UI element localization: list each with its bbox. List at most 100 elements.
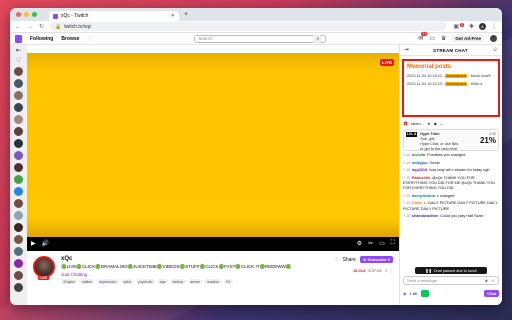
nav-browse[interactable]: Browse [61,36,79,42]
back-icon[interactable]: ← [15,24,21,30]
close-window-button[interactable] [16,12,21,17]
maximize-window-button[interactable] [32,12,37,17]
sidebar-channel-avatar[interactable] [14,115,23,124]
chat-message: 7:15 mdayjuu: Genie [403,161,499,166]
video-player[interactable]: LIVE ▶ 🔊 ⚙ ✂ ▭ ⛶ [27,53,399,251]
toolbar-icons: ▣ 8 ✱ A ⋮ [453,22,497,30]
sidebar-channel-avatar[interactable] [14,259,23,268]
theatre-mode-icon[interactable]: ▭ [379,240,385,247]
chat-timestamp: 7:15 [403,175,411,180]
chat-username[interactable]: mdayjuu [412,161,428,165]
twitch-logo-icon[interactable] [15,34,22,43]
user-avatar[interactable] [490,35,497,42]
collapse-sidebar-icon[interactable]: ⇤ [16,47,21,54]
stream-tag[interactable]: fanboy [170,279,186,284]
tab-close-icon[interactable]: ✕ [171,13,175,19]
extension-icon[interactable]: ▣ [453,23,459,30]
volume-icon[interactable]: 🔊 [42,240,49,247]
sidebar-channel-avatar[interactable] [14,127,23,136]
get-ad-free-button[interactable]: Get Ad-Free [452,35,484,42]
share-button[interactable]: Share [343,257,356,263]
chat-username[interactable]: shamlavadline [412,214,438,218]
reload-icon[interactable]: ↻ [39,23,44,30]
stat-icons[interactable]: ⇪ ⋮ [385,268,393,273]
notification-badge: 51 [421,32,428,36]
stream-tag[interactable]: ego [157,279,169,284]
channel-points-icon[interactable]: ◉ [403,291,407,296]
collapse-chat-icon[interactable]: ⇥ [404,47,409,53]
nav-following[interactable]: Following [30,36,53,42]
sidebar-channel-avatar[interactable] [14,271,23,280]
fullscreen-icon[interactable]: ⛶ [391,240,395,247]
whispers-icon[interactable]: ▭ [429,35,435,42]
search-input[interactable]: Search ⌕ [194,34,327,43]
chat-title: STREAM CHAT [433,47,468,53]
stream-tag[interactable]: stalker [79,279,95,284]
chat-message: 7:15 itsmyviviana: x changed [403,194,499,199]
crown-icon[interactable]: ♛ [441,35,446,42]
sidebar-channel-avatar[interactable] [14,199,23,208]
sidebar-channel-avatar[interactable] [14,283,23,292]
sidebar-channel-avatar[interactable] [14,79,23,88]
profile-avatar[interactable]: A [479,23,486,30]
sidebar-channel-avatar[interactable] [14,163,23,172]
stream-tag[interactable]: English [61,279,78,284]
settings-icon[interactable]: ⚙ [357,240,362,247]
sidebar-channel-avatar[interactable] [14,247,23,256]
nav-more-icon[interactable]: ⋮ [87,36,92,42]
pinned-text: talam... [410,121,425,126]
stream-tag[interactable]: anime [187,279,203,284]
bonus-points-button[interactable] [420,290,429,297]
chat-message: 7:15 luvsdia: Pointless you changed [403,153,499,158]
video-frame[interactable]: LIVE [27,53,399,237]
stream-tag[interactable]: adhd [120,279,134,284]
browser-tab[interactable]: xQc - Twitch ✕ [49,11,179,21]
sidebar-channel-avatar[interactable] [14,139,23,148]
clip-icon[interactable]: ✂ [368,240,373,247]
chat-username[interactable]: luvsdia [412,153,425,157]
minimize-window-button[interactable] [24,12,29,17]
menu-dots-icon[interactable]: ⋮ [491,23,497,30]
chat-username[interactable]: Rabox49k [412,176,430,180]
chat-username[interactable]: mpj2019 [412,168,427,172]
sidebar-channel-avatar[interactable] [14,211,23,220]
emote-icon[interactable]: ☺ [491,278,495,283]
stream-tag[interactable]: reaction [204,279,222,284]
notifications-icon[interactable]: ✉ 51 [418,32,428,42]
stream-tag[interactable]: depression [96,279,119,284]
users-icon[interactable]: ☺ [492,47,498,53]
forward-icon[interactable]: → [27,24,33,30]
new-tab-button[interactable]: + [184,11,188,18]
chat-input[interactable]: Send a message ◈ ☺ [403,276,499,285]
sidebar-channel-avatar[interactable] [14,103,23,112]
chat-send-button[interactable]: Chat [484,290,499,297]
sidebar-channel-avatar[interactable] [14,223,23,232]
uptime: 3:07:03 [368,268,382,273]
hype-train-banner[interactable]: LVL 8 Hype Train Sub, gift, Hype Chat, o… [403,129,499,151]
pinned-bar[interactable]: 🎁 talam... ★ ◆ ⌄ [403,119,499,128]
stream-tags: English stalker depression adhd psychotic ego… [61,279,328,284]
stream-tag[interactable]: psychotic [135,279,156,284]
search-icon[interactable]: ⌕ [313,34,323,43]
stream-tag[interactable]: Fit [223,279,233,284]
play-icon[interactable]: ▶ [31,240,36,247]
sidebar-channel-avatar[interactable] [14,187,23,196]
chat-username[interactable]: Chris_L [412,201,426,205]
subscribe-button[interactable]: ★ Subscribe ▾ [359,256,393,263]
sidebar-channel-avatar[interactable] [14,175,23,184]
streamer-name[interactable]: xQc [61,256,328,262]
address-bar[interactable]: 🔒 twitch.tv/xqc [50,22,448,31]
sidebar-channel-avatar[interactable] [14,151,23,160]
sidebar-channel-avatar[interactable] [14,67,23,76]
chat-username[interactable]: itsmyviviana [412,194,435,198]
puzzle-icon[interactable]: ✱ [469,23,474,30]
follow-heart-icon[interactable]: ♡ [334,257,338,263]
sidebar-channel-avatar[interactable] [14,235,23,244]
chevron-down-icon[interactable]: ⌄ [440,121,443,126]
sidebar-channel-avatar[interactable] [14,91,23,100]
chat-paused-banner[interactable]: ❚❚ Chat paused due to scroll [415,267,487,274]
bits-icon[interactable]: ◈ [485,278,488,283]
stream-category[interactable]: Just Chatting [61,272,328,277]
chat-timestamp: 7:15 [403,168,411,173]
streamer-avatar[interactable]: LIVE [33,256,55,280]
